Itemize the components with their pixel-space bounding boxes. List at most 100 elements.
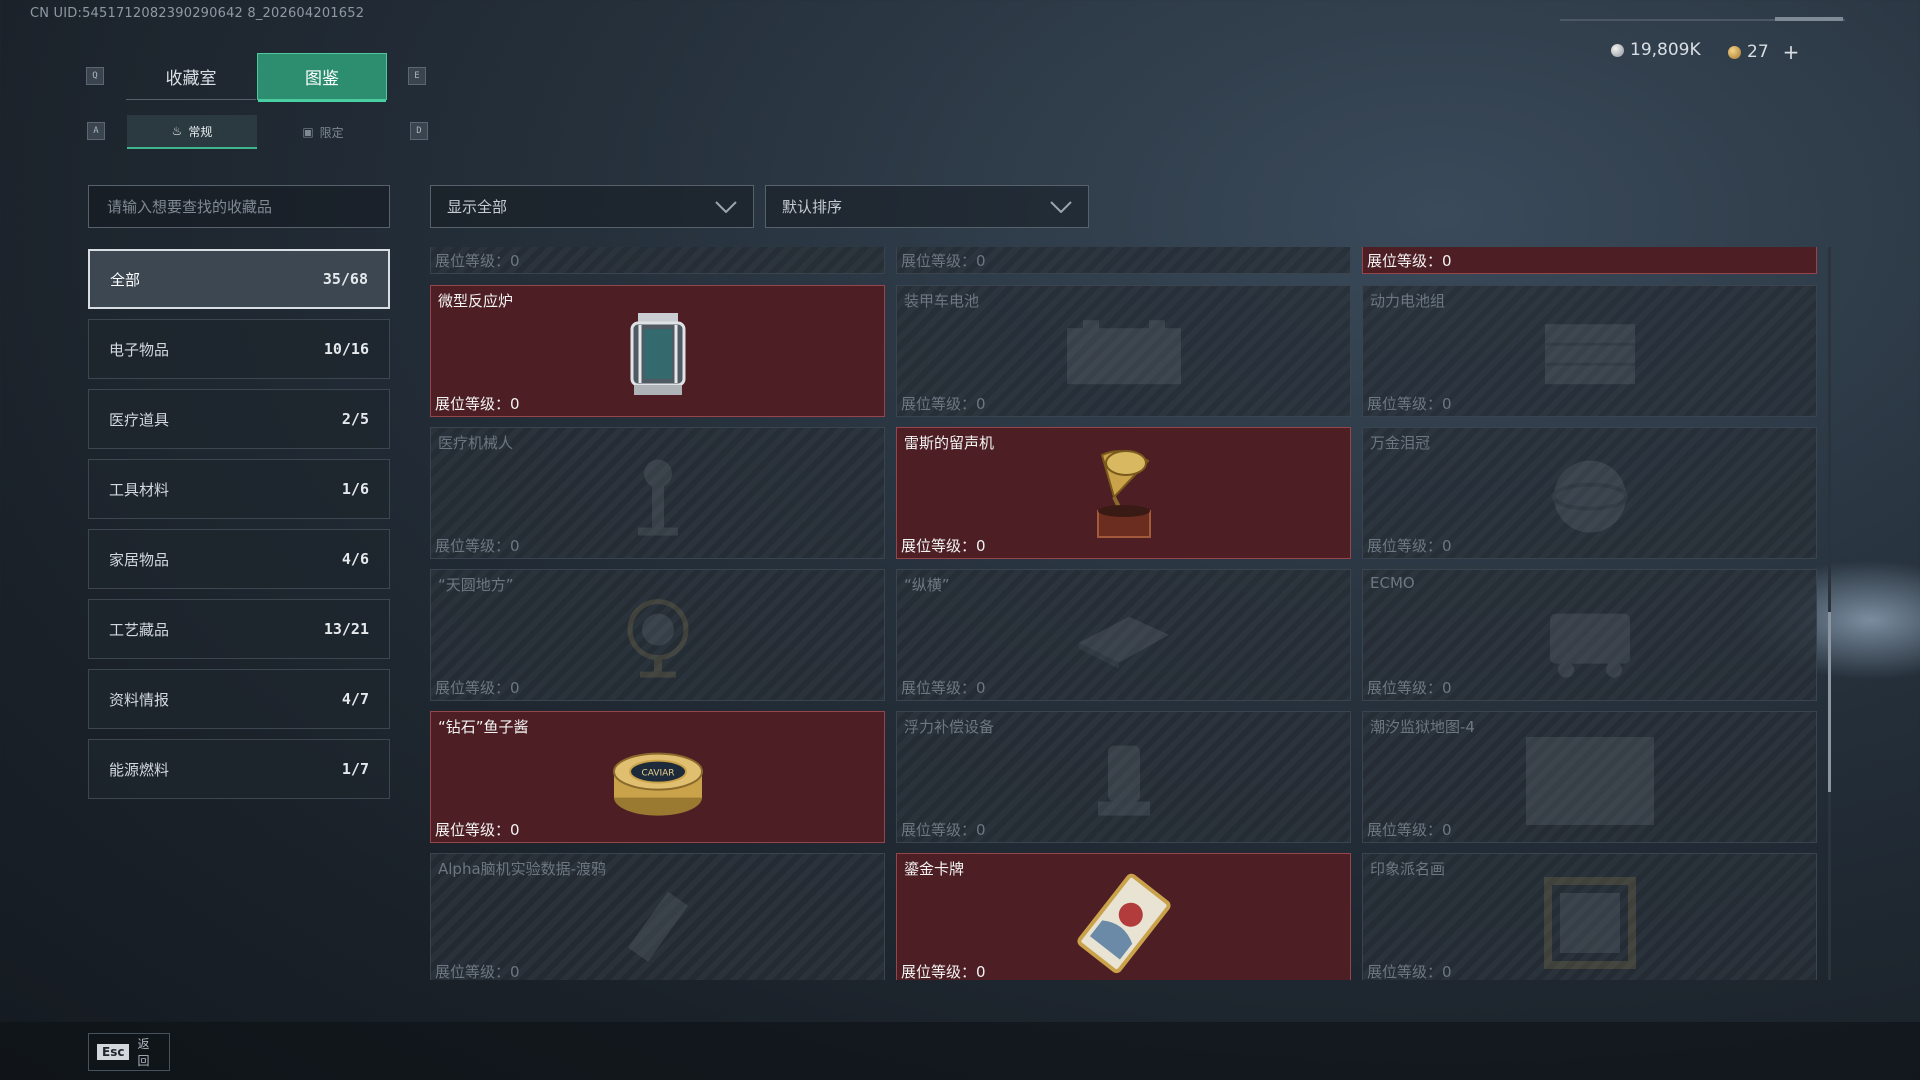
key-hint-d[interactable]: D [410,122,428,140]
flame-icon: ♨ [171,124,183,138]
search-input[interactable] [105,196,373,217]
item-card-reactor[interactable]: 微型反应炉 展位等级：0 [430,285,885,417]
category-tools[interactable]: 工具材料 1/6 [88,459,390,519]
key-hint-q[interactable]: Q [86,67,104,85]
silver-amount: 19,809K [1630,40,1701,60]
chevron-down-icon [715,200,737,213]
filter-dropdown-value: 显示全部 [447,198,508,216]
filter-dropdown[interactable]: 显示全部 [430,185,754,228]
item-name: 浮力补偿设备 [904,718,995,736]
chessboard-icon [1078,616,1169,669]
gold-coin-icon [1728,45,1741,59]
item-card-globe[interactable]: “天圆地方” 展位等级：0 [430,569,885,701]
caviar-label: CAVIAR [641,769,674,779]
category-energy[interactable]: 能源燃料 1/7 [88,739,390,799]
item-level: 展位等级：0 [901,395,986,413]
category-crafts[interactable]: 工艺藏品 13/21 [88,599,390,659]
item-card-prison-map[interactable]: 潮汐监狱地图-4 展位等级：0 [1362,711,1817,843]
key-hint-e[interactable]: E [408,67,426,85]
item-card-gramophone[interactable]: 雷斯的留声机 展位等级：0 [896,427,1351,559]
subtab-limited[interactable]: ▣ 限定 [258,115,388,149]
category-all[interactable]: 全部 35/68 [88,249,390,309]
search-box[interactable] [88,185,390,228]
uid-text: CN UID:5451712082390290642 8_20260420165… [30,6,365,21]
item-level: 展位等级：0 [1367,537,1452,555]
item-card-gilded-card[interactable]: 鎏金卡牌 展位等级：0 [896,853,1351,980]
category-household[interactable]: 家居物品 4/6 [88,529,390,589]
item-name: ECMO [1370,574,1415,592]
category-medical[interactable]: 医疗道具 2/5 [88,389,390,449]
category-label: 家居物品 [109,550,170,569]
item-name: “纵横” [904,576,950,594]
category-count: 13/21 [323,620,369,638]
item-name: 潮汐监狱地图-4 [1370,718,1475,736]
category-label: 能源燃料 [109,760,170,779]
item-card-bcd[interactable]: 浮力补偿设备 展位等级：0 [896,711,1351,843]
item-name: “天圆地方” [438,576,514,594]
card-icon [1076,873,1171,974]
bcd-icon [1097,745,1150,816]
map-icon [1525,737,1654,825]
crown-icon [1551,460,1628,533]
category-intel[interactable]: 资料情报 4/7 [88,669,390,729]
item-name: 印象派名画 [1370,860,1446,878]
category-count: 4/7 [341,690,369,708]
category-count: 2/5 [341,410,369,428]
sort-dropdown[interactable]: 默认排序 [765,185,1089,228]
item-level: 展位等级：0 [1367,963,1452,980]
item-grid: 展位等级：0 展位等级：0 展位等级：0 微型反应炉 展位等级：0 装甲车电池 … [430,247,1820,980]
item-level: 展位等级：0 [1367,821,1452,839]
item-card-partial[interactable]: 展位等级：0 [896,247,1351,274]
category-label: 电子物品 [109,340,170,359]
item-level: 展位等级：0 [435,252,520,270]
category-label: 工艺藏品 [109,620,170,639]
esc-key-hint: Esc [97,1044,130,1060]
item-card-power-battery[interactable]: 动力电池组 展位等级：0 [1362,285,1817,417]
item-card-alpha-data[interactable]: Alpha脑机实验数据-渡鸦 展位等级：0 [430,853,885,980]
data-drive-icon [627,891,688,962]
back-button[interactable]: Esc 返回 [88,1033,170,1071]
item-level: 展位等级：0 [1367,252,1452,270]
item-name: 万金泪冠 [1370,434,1431,452]
category-electronics[interactable]: 电子物品 10/16 [88,319,390,379]
item-card-caviar[interactable]: “钻石”鱼子酱 CAVIAR 展位等级：0 [430,711,885,843]
subtab-regular[interactable]: ♨ 常规 [127,115,257,149]
category-count: 4/6 [341,550,369,568]
item-card-medical-robot[interactable]: 医疗机械人 展位等级：0 [430,427,885,559]
item-card-chess[interactable]: “纵横” 展位等级：0 [896,569,1351,701]
tab-collection-room[interactable]: 收藏室 [126,53,256,100]
item-card-partial[interactable]: 展位等级：0 [430,247,885,274]
sort-dropdown-value: 默认排序 [782,198,843,216]
top-divider-accent [1775,17,1843,21]
item-card-partial[interactable]: 展位等级：0 [1362,247,1817,274]
item-card-painting[interactable]: 印象派名画 展位等级：0 [1362,853,1817,980]
item-name: 鎏金卡牌 [904,860,965,878]
item-name: 微型反应炉 [438,292,514,310]
item-level: 展位等级：0 [435,821,520,839]
battery-icon [1066,320,1181,385]
add-currency-icon[interactable]: + [1783,40,1800,64]
item-name: Alpha脑机实验数据-渡鸦 [438,860,607,878]
gold-amount: 27 [1747,42,1769,62]
tab-catalog[interactable]: 图鉴 [257,53,387,102]
item-card-ecmo[interactable]: ECMO 展位等级：0 [1362,569,1817,701]
item-level: 展位等级：0 [901,537,986,555]
item-level: 展位等级：0 [435,963,520,980]
reactor-icon [630,313,685,395]
item-name: 医疗机械人 [438,434,514,452]
item-level: 展位等级：0 [435,537,520,555]
silver-coin-icon [1611,43,1624,57]
key-hint-a[interactable]: A [87,122,105,140]
category-label: 全部 [110,270,141,289]
item-card-crown[interactable]: 万金泪冠 展位等级：0 [1362,427,1817,559]
caviar-icon: CAVIAR [612,752,703,816]
subtab-regular-label: 常规 [188,124,213,139]
category-label: 工具材料 [109,480,170,499]
grid-scrollbar-thumb[interactable] [1828,612,1831,792]
silver-currency: 19,809K [1611,40,1701,60]
item-level: 展位等级：0 [435,679,520,697]
item-card-armored-battery[interactable]: 装甲车电池 展位等级：0 [896,285,1351,417]
item-name: 动力电池组 [1370,292,1446,310]
footer-bar [0,1022,1920,1080]
battery-pack-icon [1544,324,1635,385]
